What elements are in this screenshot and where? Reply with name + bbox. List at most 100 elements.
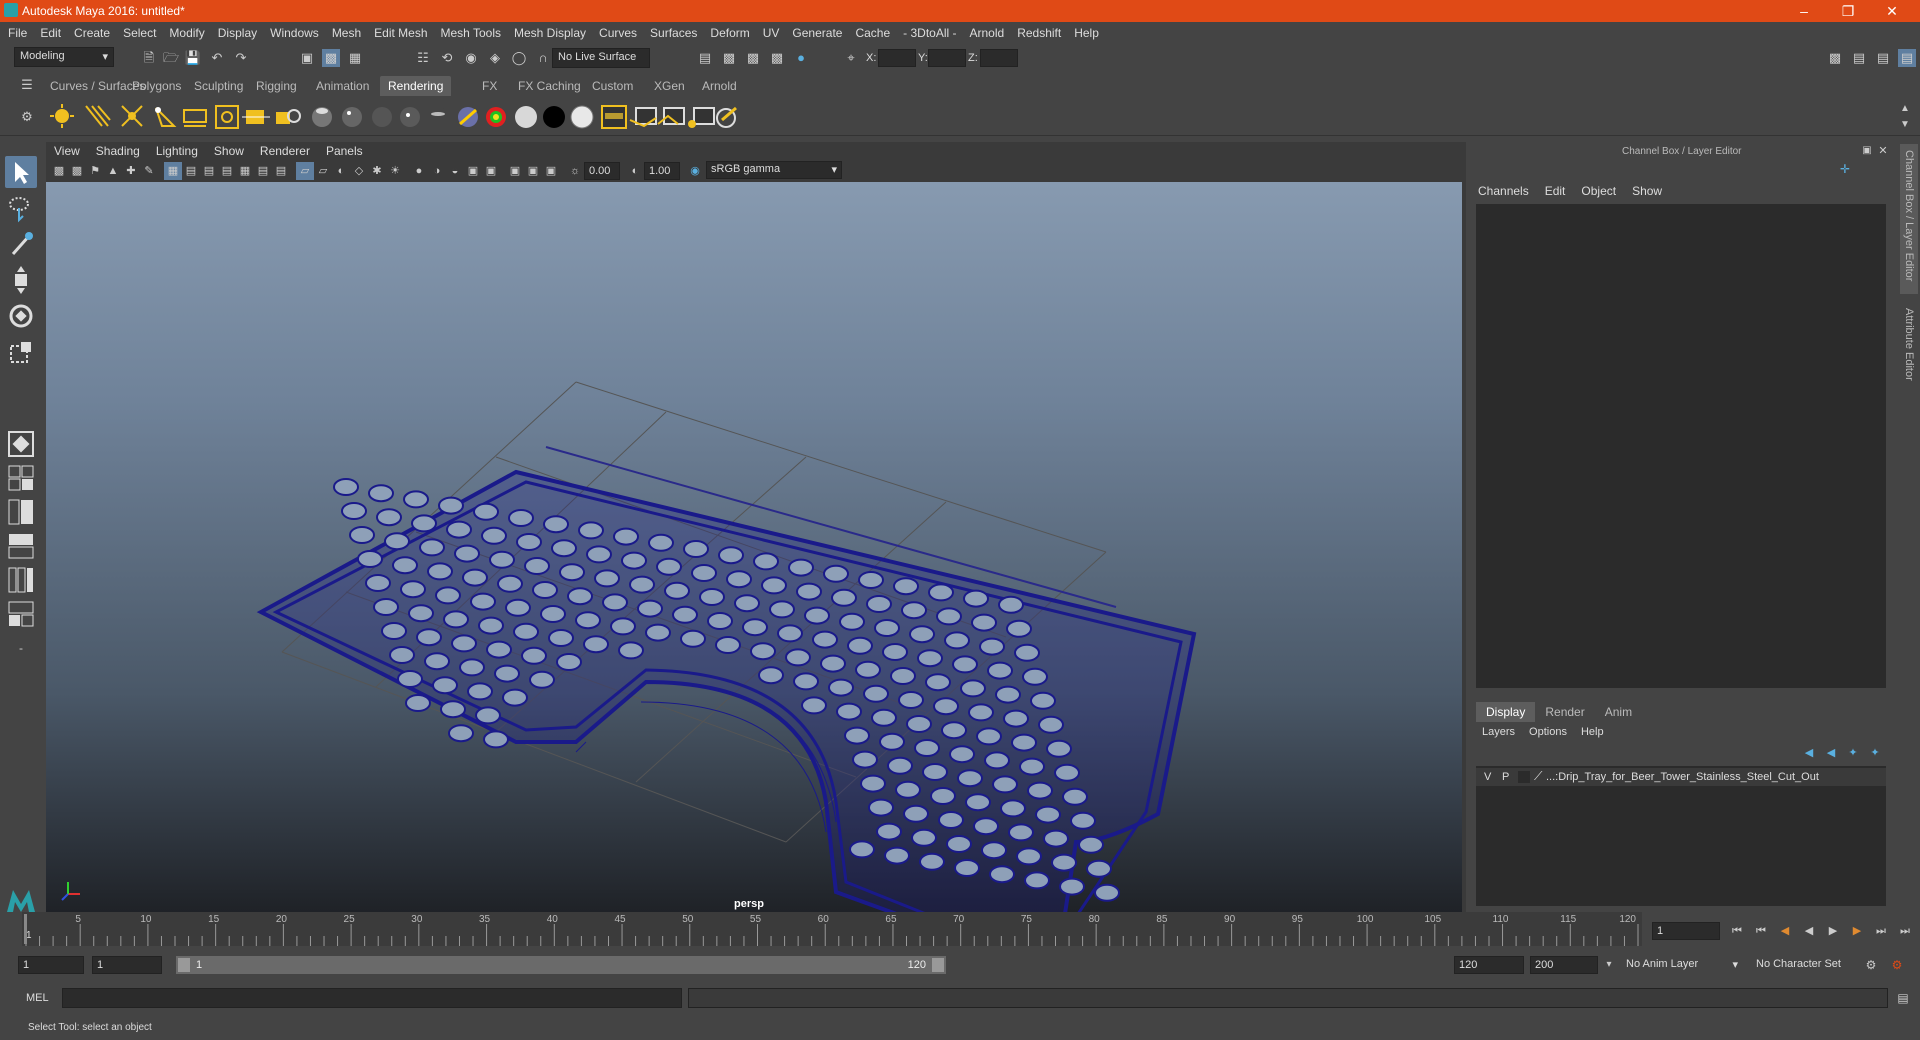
- viewport-menu-lighting[interactable]: Lighting: [156, 144, 198, 158]
- batch-render-icon[interactable]: [688, 107, 715, 128]
- new-scene-icon[interactable]: 🗎: [140, 49, 158, 67]
- shelf-menu-icon[interactable]: ☰: [18, 76, 36, 94]
- use-background-icon[interactable]: [543, 106, 565, 128]
- time-ruler[interactable]: 5 10 15 20 25 30 35 40 45 50 55 60 65 70 75 80 85 90 95 100…: [22, 912, 1642, 946]
- step-forward-key-icon[interactable]: ⏭: [1872, 922, 1890, 940]
- safe-title-icon[interactable]: ▤: [272, 162, 290, 180]
- transform-constraint-icon[interactable]: ⌖: [842, 49, 860, 67]
- snap-grid-icon[interactable]: ☷: [414, 49, 432, 67]
- point-light-icon[interactable]: [121, 105, 143, 127]
- channel-box-side-tab[interactable]: Channel Box / Layer Editor: [1900, 144, 1918, 294]
- scene-end-field[interactable]: 200: [1530, 956, 1598, 974]
- menu-edit-mesh[interactable]: Edit Mesh: [374, 26, 427, 40]
- move-layer-up-icon[interactable]: ◀: [1800, 744, 1818, 762]
- single-perspective-layout-icon[interactable]: [5, 428, 37, 460]
- shelf-scroll-down-icon[interactable]: ▼: [1896, 116, 1914, 134]
- script-editor-icon[interactable]: ▤: [1894, 989, 1912, 1007]
- layer-type-toggle[interactable]: [1518, 771, 1530, 783]
- four-view-layout-icon[interactable]: [5, 462, 37, 494]
- menu-curves[interactable]: Curves: [599, 26, 637, 40]
- persp-outliner-layout-icon[interactable]: [5, 496, 37, 528]
- layer-tab-render[interactable]: Render: [1535, 702, 1594, 722]
- auto-key-icon[interactable]: ⚙: [1862, 956, 1880, 974]
- y-field[interactable]: [928, 49, 966, 67]
- phonge-material-icon[interactable]: [400, 107, 420, 127]
- select-object-icon[interactable]: ▩: [322, 49, 340, 67]
- area-light-icon[interactable]: [183, 109, 207, 127]
- shelf-options-icon[interactable]: ⚙: [18, 108, 36, 126]
- gamma-field[interactable]: 1.00: [644, 162, 680, 180]
- menu-uv[interactable]: UV: [763, 26, 780, 40]
- lasso-tool-icon[interactable]: [5, 192, 37, 224]
- undo-icon[interactable]: ↶: [208, 49, 226, 67]
- menu-generate[interactable]: Generate: [792, 26, 842, 40]
- menu-windows[interactable]: Windows: [270, 26, 319, 40]
- wireframe-on-shaded-icon[interactable]: ◇: [350, 162, 368, 180]
- attribute-editor-side-tab[interactable]: Attribute Editor: [1900, 302, 1918, 402]
- layer-visibility-toggle[interactable]: V: [1484, 771, 1491, 783]
- anim-end-field[interactable]: 120: [1454, 956, 1524, 974]
- step-forward-frame-icon[interactable]: ▶: [1848, 922, 1866, 940]
- camera-aim-icon[interactable]: [276, 109, 301, 124]
- layer-color-icon[interactable]: ⟋: [1534, 769, 1542, 784]
- layer-menu-options[interactable]: Options: [1529, 726, 1567, 738]
- channel-menu-object[interactable]: Object: [1581, 184, 1616, 198]
- layout-options-icon[interactable]: -: [5, 632, 37, 664]
- z-field[interactable]: [980, 49, 1018, 67]
- snap-point-icon[interactable]: ◉: [462, 49, 480, 67]
- viewport-menu-shading[interactable]: Shading: [96, 144, 140, 158]
- chevron-down-icon[interactable]: ▾: [1600, 956, 1618, 974]
- layer-playback-toggle[interactable]: P: [1502, 771, 1509, 783]
- step-back-frame-icon[interactable]: ◀: [1776, 922, 1794, 940]
- viewport-menu-renderer[interactable]: Renderer: [260, 144, 310, 158]
- step-back-key-icon[interactable]: ⏮: [1752, 922, 1770, 940]
- play-backwards-icon[interactable]: ◀: [1800, 922, 1818, 940]
- select-tool-icon[interactable]: [5, 156, 37, 188]
- anisotropic-material-icon[interactable]: [428, 107, 448, 127]
- screen-space-ao-icon[interactable]: ◑: [428, 162, 446, 180]
- menu-3dtoall[interactable]: - 3DtoAll -: [903, 26, 956, 40]
- field-chart-icon[interactable]: ▦: [236, 162, 254, 180]
- minimize-button[interactable]: –: [1782, 0, 1826, 22]
- menu-file[interactable]: File: [8, 26, 27, 40]
- layer-menu-help[interactable]: Help: [1581, 726, 1604, 738]
- safe-action-icon[interactable]: ▤: [254, 162, 272, 180]
- layer-menu-layers[interactable]: Layers: [1482, 726, 1515, 738]
- snap-view-icon[interactable]: ◈: [486, 49, 504, 67]
- shelf-tab-fx-caching[interactable]: FX Caching: [510, 76, 589, 96]
- x-field[interactable]: [878, 49, 916, 67]
- menu-deform[interactable]: Deform: [710, 26, 749, 40]
- layer-tab-anim[interactable]: Anim: [1595, 702, 1642, 722]
- film-gate-icon[interactable]: ▤: [182, 162, 200, 180]
- layer-name[interactable]: ...:Drip_Tray_for_Beer_Tower_Stainless_S…: [1546, 771, 1819, 783]
- shelf-tab-polygons[interactable]: Polygons: [124, 76, 189, 96]
- directional-light-icon[interactable]: [85, 105, 111, 127]
- ipr-shelf-icon[interactable]: [657, 107, 685, 125]
- magnet-icon[interactable]: ∩: [534, 49, 552, 67]
- menu-redshift[interactable]: Redshift: [1017, 26, 1061, 40]
- menu-modify[interactable]: Modify: [169, 26, 204, 40]
- motion-blur-icon[interactable]: ◒: [446, 162, 464, 180]
- bookmarks-icon[interactable]: ⚑: [86, 162, 104, 180]
- render-settings-shelf-icon[interactable]: [716, 106, 737, 128]
- ipr-render-icon[interactable]: ▩: [744, 49, 762, 67]
- gamma-icon[interactable]: ◐: [626, 162, 644, 180]
- channel-menu-show[interactable]: Show: [1632, 184, 1662, 198]
- shelf-tab-xgen[interactable]: XGen: [646, 76, 693, 96]
- spot-light-icon[interactable]: [155, 107, 177, 127]
- lambert-material-icon[interactable]: [372, 107, 392, 127]
- range-end-handle[interactable]: [932, 958, 944, 972]
- ramp-shader-icon[interactable]: [486, 107, 506, 127]
- menu-mesh[interactable]: Mesh: [332, 26, 361, 40]
- select-component-icon[interactable]: ▦: [346, 49, 364, 67]
- gate-mask-icon[interactable]: ▤: [218, 162, 236, 180]
- open-scene-icon[interactable]: 🗁: [162, 49, 180, 67]
- menu-surfaces[interactable]: Surfaces: [650, 26, 697, 40]
- grid-icon[interactable]: ▦: [164, 162, 182, 180]
- surface-shader-icon[interactable]: [515, 106, 537, 128]
- rotate-tool-icon[interactable]: [5, 300, 37, 332]
- layered-shader-icon[interactable]: [458, 107, 478, 127]
- hypershade-icon[interactable]: ●: [792, 49, 810, 67]
- character-set-dropdown[interactable]: No Character Set: [1752, 956, 1872, 974]
- new-layer-icon[interactable]: ✦: [1844, 744, 1862, 762]
